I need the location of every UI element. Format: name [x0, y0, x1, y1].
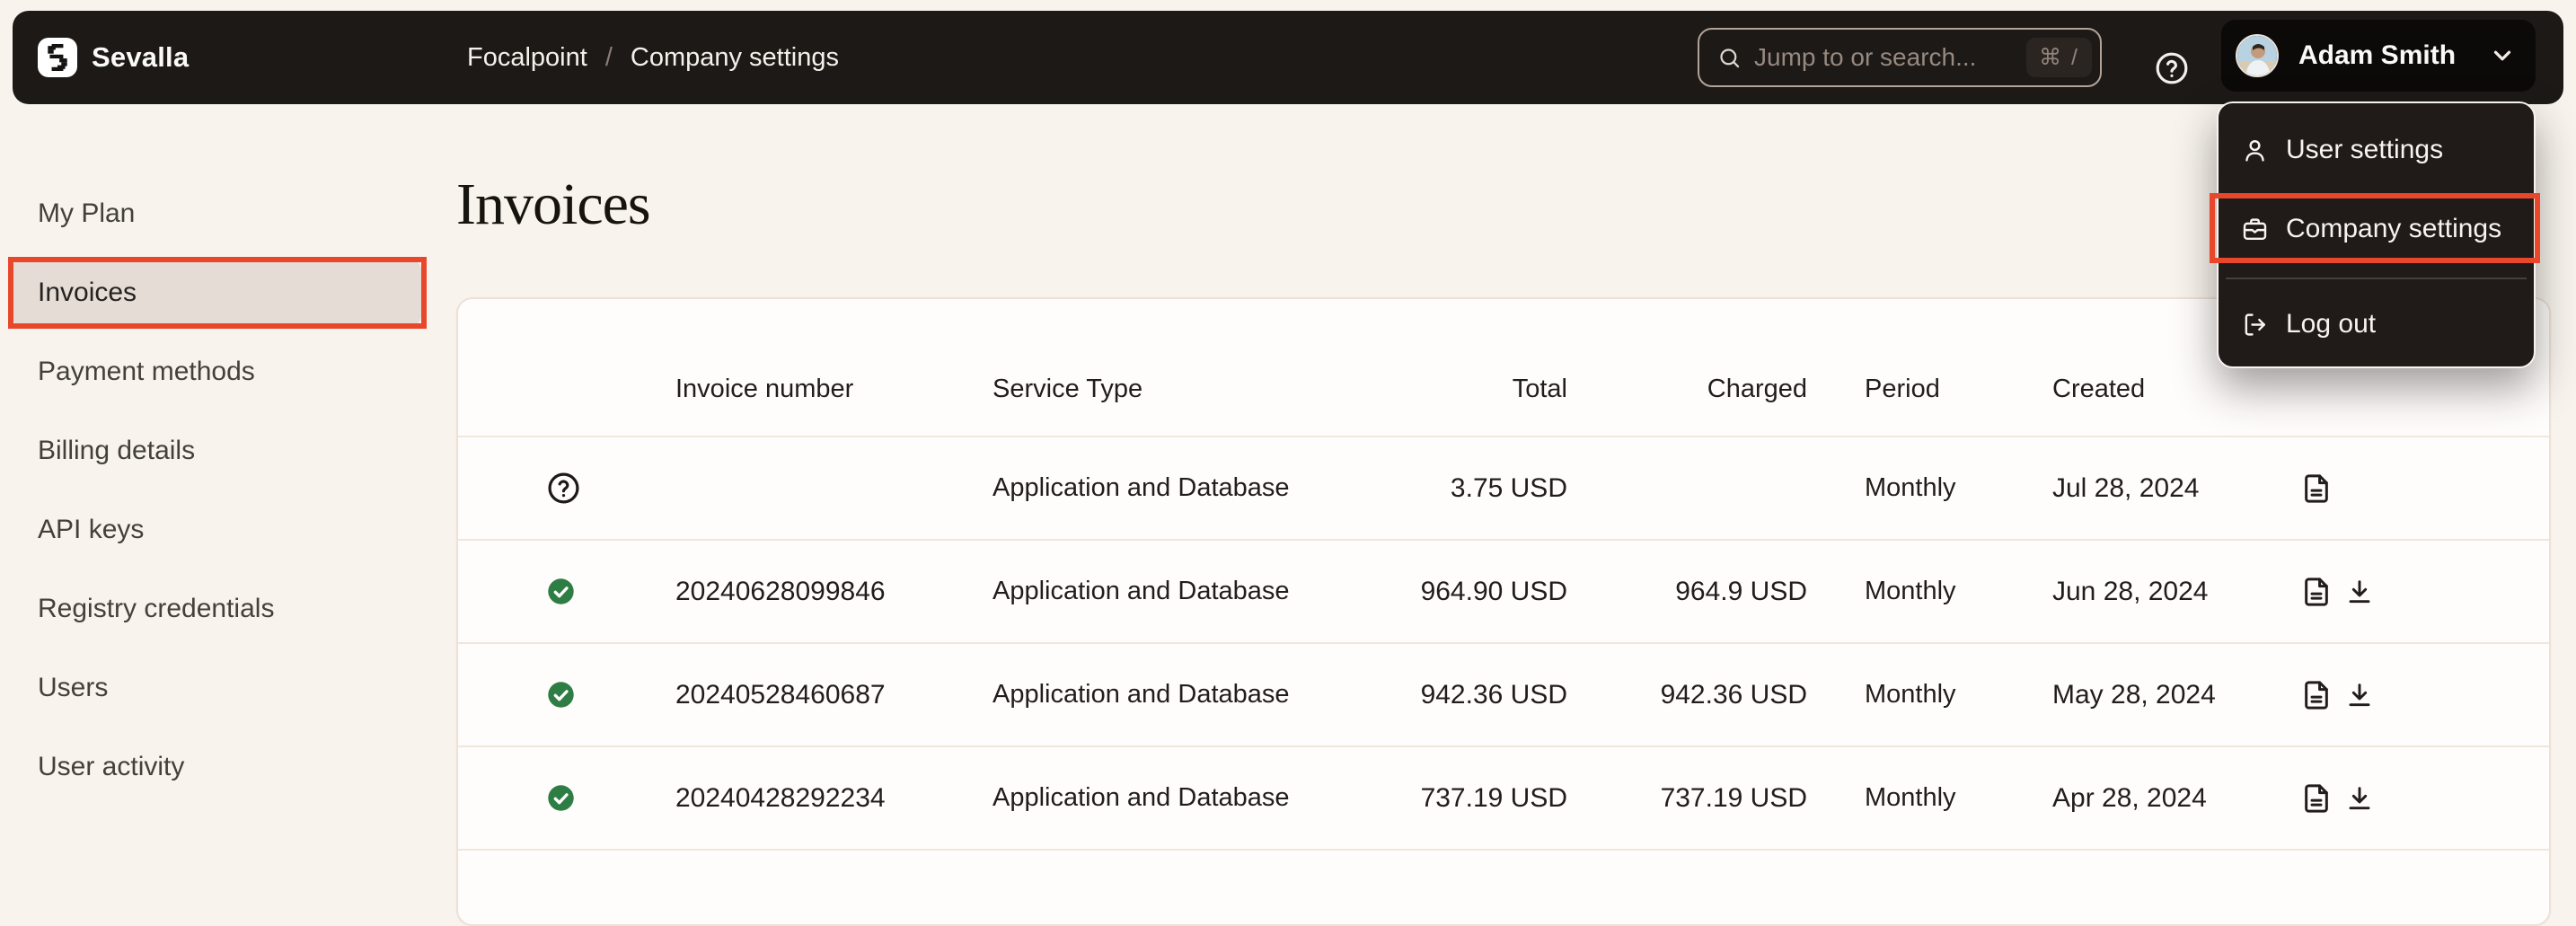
chevron-down-icon — [2489, 42, 2516, 69]
sidebar-item-invoices[interactable]: Invoices — [12, 260, 421, 325]
service-type-cell: Application and Database — [992, 747, 1290, 849]
brand-name: Sevalla — [92, 11, 189, 104]
view-invoice-button[interactable] — [2301, 577, 2332, 607]
invoice-number-cell: 20240628099846 — [675, 541, 886, 642]
menu-item-label: User settings — [2286, 135, 2443, 165]
column-header-service-type: Service Type — [992, 375, 1142, 404]
breadcrumb: Focalpoint / Company settings — [467, 11, 839, 104]
sevalla-logo-icon — [45, 44, 70, 71]
view-invoice-button[interactable] — [2301, 783, 2332, 814]
sidebar-item-my-plan[interactable]: My Plan — [12, 181, 421, 246]
sidebar-item-user-activity[interactable]: User activity — [12, 735, 421, 799]
column-header-total: Total — [1513, 375, 1567, 404]
view-invoice-button[interactable] — [2301, 473, 2332, 504]
invoices-card: Invoice number Service Type Total Charge… — [456, 297, 2551, 926]
global-search[interactable]: ⌘ / — [1698, 28, 2102, 87]
table-row: Application and Database 3.75 USD Monthl… — [458, 437, 2549, 541]
table-row: 20240428292234 Application and Database … — [458, 747, 2549, 851]
charged-cell: 964.9 USD — [1675, 541, 1807, 642]
column-header-invoice-number: Invoice number — [675, 375, 853, 404]
paid-status-check-icon — [547, 541, 575, 642]
sidebar-item-billing-details[interactable]: Billing details — [12, 419, 421, 483]
period-cell: Monthly — [1865, 747, 1956, 849]
pending-status-help-icon — [547, 437, 580, 539]
sidebar-item-api-keys[interactable]: API keys — [12, 498, 421, 562]
sidebar-item-users[interactable]: Users — [12, 656, 421, 720]
search-shortcut-badge: ⌘ / — [2026, 38, 2092, 77]
created-cell: May 28, 2024 — [2052, 644, 2216, 745]
row-actions — [2301, 644, 2374, 745]
menu-item-label: Log out — [2286, 309, 2376, 340]
top-bar: Sevalla Focalpoint / Company settings ⌘ … — [13, 11, 2563, 104]
column-header-charged: Charged — [1707, 375, 1807, 404]
avatar — [2236, 34, 2279, 77]
service-type-cell: Application and Database — [992, 644, 1290, 745]
table-row: 20240528460687 Application and Database … — [458, 644, 2549, 747]
service-type-cell: Application and Database — [992, 541, 1290, 642]
breadcrumb-company[interactable]: Focalpoint — [467, 43, 587, 73]
total-cell: 3.75 USD — [1451, 437, 1567, 539]
page-title: Invoices — [456, 171, 650, 239]
charged-cell: 737.19 USD — [1661, 747, 1807, 849]
view-invoice-button[interactable] — [2301, 680, 2332, 710]
help-button[interactable] — [2155, 51, 2189, 85]
settings-sidebar: My Plan Invoices Payment methods Billing… — [12, 181, 421, 814]
sidebar-item-registry-credentials[interactable]: Registry credentials — [12, 577, 421, 641]
user-dropdown-menu: User settings Company settings Log out — [2217, 101, 2536, 368]
log-out-icon — [2242, 312, 2268, 338]
menu-item-log-out[interactable]: Log out — [2219, 290, 2534, 358]
invoice-number-cell: 20240428292234 — [675, 747, 886, 849]
created-cell: Jul 28, 2024 — [2052, 437, 2199, 539]
invoice-number-cell: 20240528460687 — [675, 644, 886, 745]
service-type-cell: Application and Database — [992, 437, 1290, 539]
column-header-period: Period — [1865, 375, 1940, 404]
period-cell: Monthly — [1865, 437, 1956, 539]
breadcrumb-current-page[interactable]: Company settings — [631, 43, 839, 73]
download-invoice-button[interactable] — [2345, 681, 2374, 710]
table-row: 20240628099846 Application and Database … — [458, 541, 2549, 644]
total-cell: 942.36 USD — [1421, 644, 1567, 745]
total-cell: 737.19 USD — [1421, 747, 1567, 849]
total-cell: 964.90 USD — [1421, 541, 1567, 642]
created-cell: Jun 28, 2024 — [2052, 541, 2208, 642]
download-invoice-button[interactable] — [2345, 784, 2374, 813]
breadcrumb-separator: / — [605, 43, 613, 73]
paid-status-check-icon — [547, 747, 575, 849]
search-icon — [1717, 46, 1742, 70]
search-input[interactable] — [1754, 43, 2026, 72]
paid-status-check-icon — [547, 644, 575, 745]
period-cell: Monthly — [1865, 541, 1956, 642]
charged-cell: 942.36 USD — [1661, 644, 1807, 745]
sidebar-item-payment-methods[interactable]: Payment methods — [12, 340, 421, 404]
created-cell: Apr 28, 2024 — [2052, 747, 2207, 849]
column-header-created: Created — [2052, 375, 2145, 404]
menu-divider — [2226, 278, 2527, 279]
row-actions — [2301, 541, 2374, 642]
user-icon — [2242, 137, 2268, 163]
user-name: Adam Smith — [2298, 40, 2456, 71]
menu-item-label: Company settings — [2286, 214, 2501, 244]
sevalla-logo[interactable] — [38, 38, 77, 77]
briefcase-icon — [2242, 216, 2268, 243]
row-actions — [2301, 747, 2374, 849]
row-actions — [2301, 437, 2332, 539]
period-cell: Monthly — [1865, 644, 1956, 745]
menu-item-company-settings[interactable]: Company settings — [2219, 195, 2534, 263]
download-invoice-button[interactable] — [2345, 578, 2374, 606]
user-menu-button[interactable]: Adam Smith — [2221, 20, 2536, 92]
menu-item-user-settings[interactable]: User settings — [2219, 116, 2534, 184]
